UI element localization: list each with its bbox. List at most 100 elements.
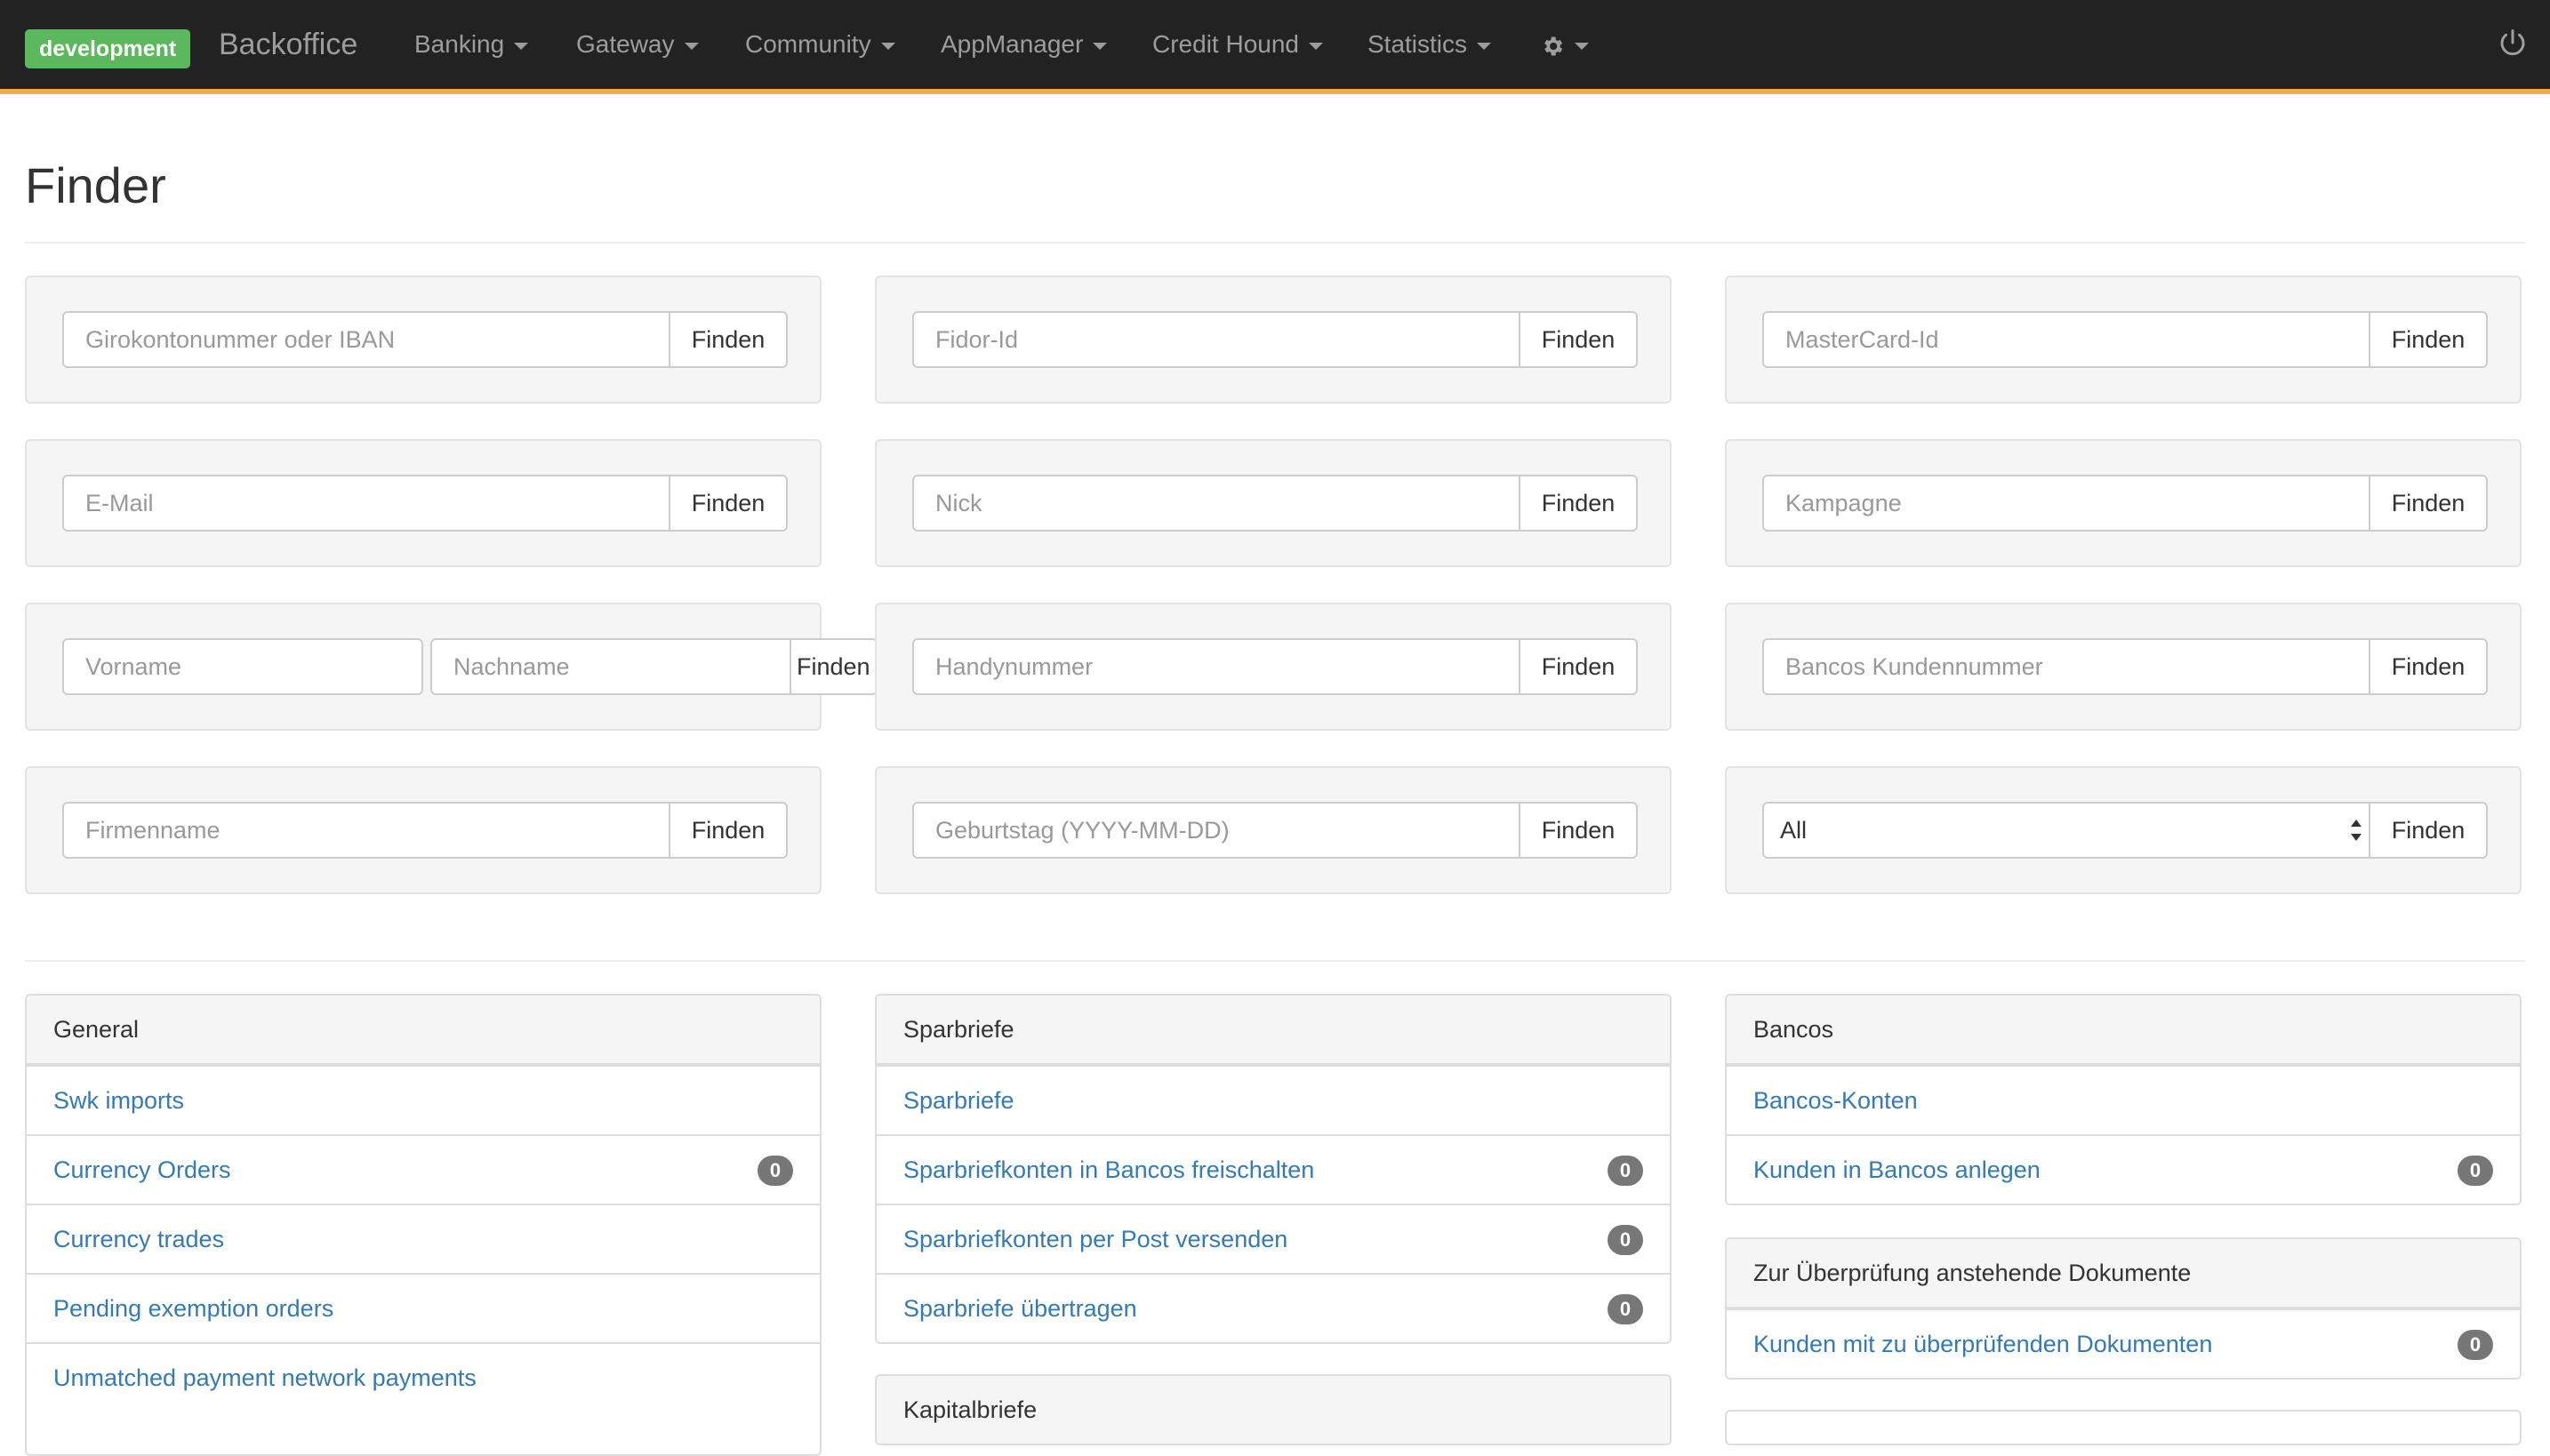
- find-button[interactable]: Finden: [1520, 311, 1638, 368]
- caret-down-icon: [1093, 42, 1108, 50]
- nav-menu-credit-hound[interactable]: Credit Hound: [1152, 25, 1323, 64]
- list-item[interactable]: Sparbriefkonten per Post versenden 0: [877, 1204, 1670, 1273]
- list-link[interactable]: Sparbriefe übertragen: [903, 1295, 1137, 1322]
- count-badge: 0: [1608, 1294, 1643, 1324]
- find-button[interactable]: Finden: [670, 311, 788, 368]
- nav-menu-label: Community: [745, 30, 871, 58]
- find-button[interactable]: Finden: [2370, 638, 2488, 695]
- list-link[interactable]: Currency trades: [53, 1226, 224, 1252]
- caret-down-icon: [684, 42, 699, 50]
- section-divider: [25, 960, 2525, 962]
- nav-menu-statistics[interactable]: Statistics: [1367, 25, 1492, 64]
- finder-email: Finden: [25, 439, 822, 567]
- company-input[interactable]: [62, 802, 670, 859]
- nav-menu-gateway[interactable]: Gateway: [576, 25, 699, 64]
- power-icon[interactable]: [2497, 27, 2529, 59]
- list-link[interactable]: Currency Orders: [53, 1156, 231, 1183]
- panel-heading: Sparbriefe: [877, 996, 1670, 1065]
- settings-menu[interactable]: [1540, 25, 1589, 64]
- find-button[interactable]: Finden: [670, 475, 788, 532]
- find-button[interactable]: Finden: [1520, 638, 1638, 695]
- list-item[interactable]: Sparbriefe: [877, 1065, 1670, 1134]
- bancos-number-input[interactable]: [1762, 638, 2370, 695]
- count-badge: 0: [2458, 1156, 2493, 1186]
- list-link[interactable]: Unmatched payment network payments: [53, 1364, 477, 1391]
- find-button[interactable]: Finden: [2370, 311, 2488, 368]
- list-link[interactable]: Kunden mit zu überprüfenden Dokumenten: [1753, 1331, 2212, 1357]
- list-item[interactable]: Currency Orders 0: [27, 1134, 820, 1204]
- nav-menu-label: Statistics: [1367, 30, 1468, 58]
- finder-fidor-id: Finden: [875, 276, 1672, 404]
- list-item[interactable]: Sparbriefkonten in Bancos freischalten 0: [877, 1134, 1670, 1204]
- panel-documents: Zur Überprüfung anstehende Dokumente Kun…: [1725, 1237, 2522, 1380]
- list-item[interactable]: Kunden mit zu überprüfenden Dokumenten 0: [1727, 1308, 2520, 1378]
- filter-select[interactable]: All: [1762, 802, 2370, 859]
- finder-select: All Finden: [1725, 766, 2522, 894]
- panel-sparbriefe: Sparbriefe Sparbriefe Sparbriefkonten in…: [875, 994, 1672, 1344]
- mobile-input[interactable]: [912, 638, 1520, 695]
- list-item[interactable]: Kunden in Bancos anlegen 0: [1727, 1134, 2520, 1204]
- list-link[interactable]: Bancos-Konten: [1753, 1087, 1918, 1114]
- find-button[interactable]: Finden: [2370, 802, 2488, 859]
- last-name-input[interactable]: [430, 638, 791, 695]
- panel-partial: [1725, 1410, 2522, 1445]
- list-link[interactable]: Sparbriefkonten in Bancos freischalten: [903, 1156, 1314, 1183]
- caret-down-icon: [1477, 42, 1492, 50]
- panel-heading: Zur Überprüfung anstehende Dokumente: [1727, 1239, 2520, 1308]
- list-item[interactable]: Pending exemption orders: [27, 1273, 820, 1342]
- nick-input[interactable]: [912, 475, 1520, 532]
- nav-menu-label: AppManager: [941, 30, 1084, 58]
- panel-heading: Bancos: [1727, 996, 2520, 1065]
- finder-birthday: Finden: [875, 766, 1672, 894]
- find-button[interactable]: Finden: [1520, 802, 1638, 859]
- fidor-id-input[interactable]: [912, 311, 1520, 368]
- list-item[interactable]: Currency trades: [27, 1204, 820, 1273]
- finder-campaign: Finden: [1725, 439, 2522, 567]
- finder-name: Finden: [25, 603, 878, 731]
- list-link[interactable]: Sparbriefkonten per Post versenden: [903, 1226, 1287, 1252]
- nav-menu-label: Credit Hound: [1152, 30, 1299, 58]
- nav-menu-community[interactable]: Community: [745, 25, 895, 64]
- nav-menu-appmanager[interactable]: AppManager: [941, 25, 1108, 64]
- list-link[interactable]: Swk imports: [53, 1087, 184, 1114]
- count-badge: 0: [1608, 1156, 1643, 1186]
- finder-iban: Finden: [25, 276, 822, 404]
- panel-kapitalbriefe: Kapitalbriefe: [875, 1374, 1672, 1445]
- mastercard-id-input[interactable]: [1762, 311, 2370, 368]
- find-button[interactable]: Finden: [2370, 475, 2488, 532]
- list-item[interactable]: Swk imports: [27, 1065, 820, 1134]
- list-link[interactable]: Pending exemption orders: [53, 1295, 333, 1322]
- find-button[interactable]: Finden: [1520, 475, 1638, 532]
- iban-input[interactable]: [62, 311, 670, 368]
- find-button[interactable]: Finden: [670, 802, 788, 859]
- campaign-input[interactable]: [1762, 475, 2370, 532]
- top-navbar: development Backoffice Banking Gateway C…: [0, 0, 2550, 94]
- finder-nick: Finden: [875, 439, 1672, 567]
- count-badge: 0: [2458, 1330, 2493, 1360]
- nav-menu-label: Banking: [414, 30, 505, 58]
- nav-menu-banking[interactable]: Banking: [414, 25, 529, 64]
- list-item[interactable]: Bancos-Konten: [1727, 1065, 2520, 1134]
- first-name-input[interactable]: [62, 638, 423, 695]
- birthday-input[interactable]: [912, 802, 1520, 859]
- list-item[interactable]: Sparbriefe übertragen 0: [877, 1273, 1670, 1342]
- list-link[interactable]: Sparbriefe: [903, 1087, 1014, 1114]
- find-button[interactable]: Finden: [791, 638, 878, 695]
- caret-down-icon: [1308, 42, 1323, 50]
- list-link[interactable]: Kunden in Bancos anlegen: [1753, 1156, 2041, 1183]
- panel-heading: Kapitalbriefe: [877, 1376, 1670, 1444]
- count-badge: 0: [1608, 1225, 1643, 1255]
- caret-down-icon: [1575, 42, 1589, 50]
- panel-heading: General: [27, 996, 820, 1065]
- panel-general: General Swk imports Currency Orders 0 Cur…: [25, 994, 822, 1456]
- nav-menu-label: Gateway: [576, 30, 675, 58]
- header-divider: [25, 242, 2525, 244]
- caret-down-icon: [514, 42, 529, 50]
- finder-mobile: Finden: [875, 603, 1672, 731]
- list-item[interactable]: Unmatched payment network payments: [27, 1342, 820, 1412]
- environment-badge: development: [25, 29, 191, 68]
- brand-link[interactable]: Backoffice: [219, 25, 357, 64]
- finder-bancos-number: Finden: [1725, 603, 2522, 731]
- filter-select-value: All: [1762, 802, 2370, 859]
- email-input[interactable]: [62, 475, 670, 532]
